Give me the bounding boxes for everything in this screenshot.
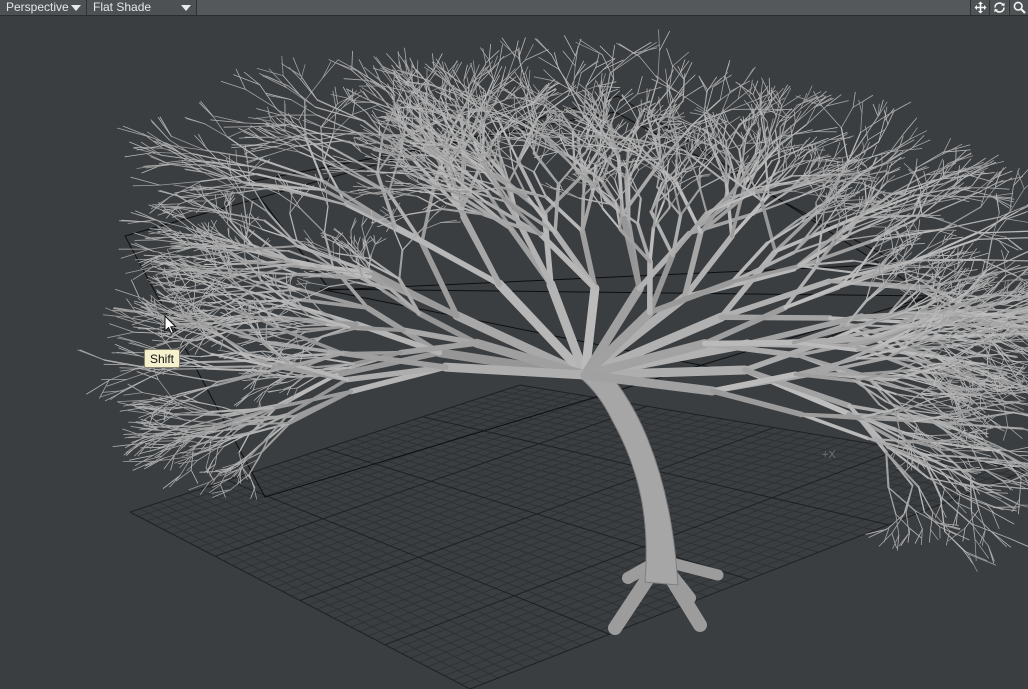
viewport-toolbar: Perspective Flat Shade xyxy=(0,0,1028,16)
view-mode-dropdown[interactable]: Perspective xyxy=(0,0,87,15)
shading-mode-label: Flat Shade xyxy=(93,0,152,14)
x-axis-label: +X xyxy=(822,449,836,461)
rotate-icon[interactable] xyxy=(989,0,1008,15)
perspective-viewport[interactable]: Perspective Flat Shade +X Shift xyxy=(0,0,1028,689)
mouse-cursor-icon xyxy=(164,314,178,340)
modifier-key-tooltip: Shift xyxy=(144,349,181,368)
chevron-down-icon xyxy=(71,5,81,11)
zoom-icon[interactable] xyxy=(1009,0,1028,15)
tree-model xyxy=(77,29,1028,635)
chevron-down-icon xyxy=(181,5,191,11)
move-icon[interactable] xyxy=(970,0,989,15)
view-mode-label: Perspective xyxy=(6,0,69,14)
shading-mode-dropdown[interactable]: Flat Shade xyxy=(87,0,197,15)
